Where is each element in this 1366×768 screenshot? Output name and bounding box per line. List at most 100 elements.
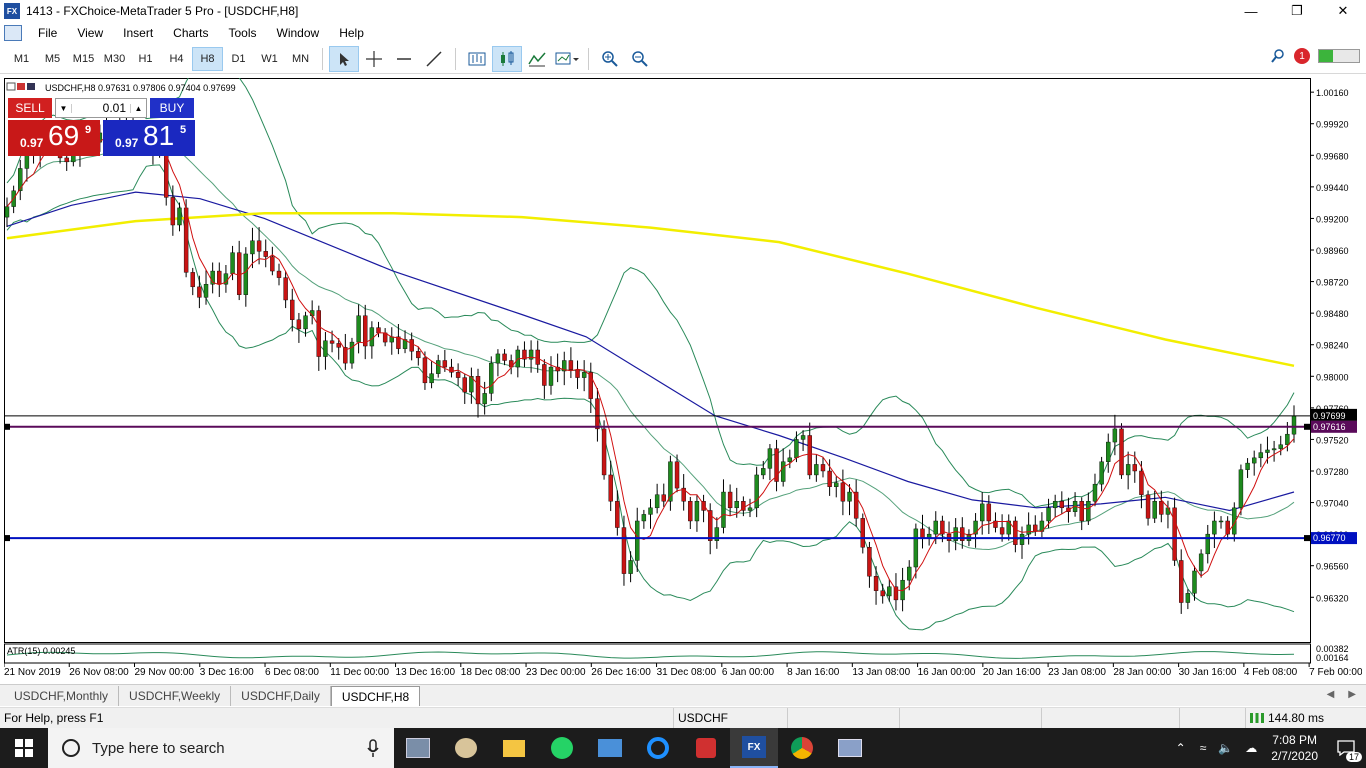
candle-bear (376, 327, 381, 334)
volume-down-icon[interactable]: ▼ (56, 103, 72, 113)
candle-chart-button[interactable] (492, 45, 522, 72)
taskbar-app-metatrader[interactable]: FX (730, 728, 778, 768)
buy-button[interactable]: 0.97 81 5 (103, 120, 195, 156)
clock-date: 2/7/2020 (1271, 749, 1318, 763)
status-cell (1180, 707, 1246, 729)
menu-file[interactable]: File (28, 26, 67, 40)
candle-bull (581, 372, 587, 378)
bar-chart-button[interactable] (462, 46, 492, 72)
line-chart-button[interactable] (522, 46, 552, 72)
candle-bear (283, 277, 288, 301)
tab-scroll-right-icon[interactable]: ▶ (1348, 689, 1356, 700)
candle-bull (800, 435, 806, 440)
tab-usdchf-weekly[interactable]: USDCHF,Weekly (119, 686, 232, 706)
start-button[interactable] (0, 728, 48, 768)
menu-charts[interactable]: Charts (163, 26, 218, 40)
candle-bear (595, 398, 600, 430)
taskbar-app-whatsapp[interactable] (538, 728, 586, 768)
menu-window[interactable]: Window (267, 26, 330, 40)
signal-bars-icon (1250, 713, 1264, 723)
hline-tool-button[interactable] (389, 46, 419, 72)
volume-icon[interactable]: 🔈 (1218, 741, 1233, 755)
action-center-button[interactable]: 17 (1326, 728, 1366, 768)
candle-bull (1258, 452, 1264, 459)
chart-area[interactable]: 1.00160 0.99920 0.99680 0.99440 0.99200 0.989… (3, 55, 1363, 682)
candle-bear (1013, 520, 1018, 545)
taskbar-app-ie[interactable] (634, 728, 682, 768)
candle-bear (1159, 501, 1164, 515)
taskbar-search[interactable]: Type here to search (48, 728, 394, 768)
candle-bull (754, 474, 759, 509)
taskbar-clock[interactable]: 7:08 PM 2/7/2020 (1271, 732, 1318, 764)
sell-button[interactable]: 0.97 69 9 (8, 120, 100, 156)
candle-bear (727, 491, 733, 509)
menu-tools[interactable]: Tools (219, 26, 267, 40)
network-icon[interactable]: ≈ (1200, 741, 1207, 755)
x-tick-label: 23 Jan 08:00 (1048, 667, 1106, 678)
windows-logo-icon (15, 739, 33, 757)
y-tick-label: 0.99680 (1316, 151, 1349, 161)
chevron-up-icon[interactable]: ⌃ (1176, 741, 1186, 755)
taskbar-search-placeholder: Type here to search (92, 739, 225, 757)
x-tick-label: 21 Nov 2019 (4, 667, 61, 678)
close-button[interactable]: ✕ (1320, 0, 1366, 22)
candle-bear (197, 286, 202, 298)
taskbar-app-chrome[interactable] (778, 728, 826, 768)
volume-up-icon[interactable]: ▲ (130, 103, 146, 113)
timeframe-m1-button[interactable]: M1 (6, 47, 37, 71)
onedrive-icon[interactable]: ☁ (1245, 741, 1257, 755)
tab-usdchf-h8[interactable]: USDCHF,H8 (330, 686, 421, 706)
candle-bull (1251, 457, 1257, 464)
bar-chart-icon (468, 52, 486, 65)
taskbar-app-paint[interactable] (442, 728, 490, 768)
trendline-tool-button[interactable] (419, 46, 449, 72)
price-chart[interactable]: 1.00160 0.99920 0.99680 0.99440 0.99200 0.989… (3, 55, 1363, 682)
taskbar-app-red[interactable] (682, 728, 730, 768)
minimize-button[interactable]: — (1228, 0, 1274, 22)
candle-bear (1179, 560, 1184, 603)
timeframe-m5-button[interactable]: M5 (37, 47, 68, 71)
tab-usdchf-monthly[interactable]: USDCHF,Monthly (4, 686, 120, 706)
candle-bull (628, 560, 633, 574)
ping-value: 144.80 ms (1268, 711, 1325, 725)
sell-label-button[interactable]: SELL (8, 98, 52, 118)
taskbar-app-explorer-tools[interactable] (394, 728, 442, 768)
candle-bull (203, 284, 209, 298)
candle-bear (873, 576, 879, 591)
notification-badge[interactable]: 1 (1294, 48, 1310, 64)
candle-bull (429, 373, 434, 384)
cursor-tool-button[interactable] (329, 45, 359, 72)
candle-bear (64, 157, 69, 163)
timeframe-h4-button[interactable]: H4 (161, 47, 192, 71)
taskbar-app-remote[interactable] (586, 728, 634, 768)
candle-bull (1152, 501, 1157, 519)
x-tick-label: 31 Dec 08:00 (657, 667, 717, 678)
timeframe-m15-button[interactable]: M15 (68, 47, 99, 71)
tab-usdchf-daily[interactable]: USDCHF,Daily (231, 686, 331, 706)
volume-stepper[interactable]: ▼ 0.01 ▲ (55, 98, 147, 118)
candle-bear (475, 376, 481, 405)
chart-window-icon[interactable] (4, 25, 22, 41)
search-icon[interactable] (1270, 48, 1286, 64)
timeframe-w1-button[interactable]: W1 (254, 47, 285, 71)
zoom-out-button[interactable] (625, 46, 655, 72)
crosshair-tool-button[interactable] (359, 46, 389, 72)
zoom-in-button[interactable] (595, 46, 625, 72)
restore-button[interactable]: ❐ (1274, 0, 1320, 22)
menu-view[interactable]: View (67, 26, 113, 40)
templates-button[interactable] (552, 46, 582, 72)
timeframe-h8-button[interactable]: H8 (192, 46, 223, 71)
volume-input[interactable]: 0.01 (72, 101, 130, 115)
buy-label-button[interactable]: BUY (150, 98, 194, 118)
tab-scroll-left-icon[interactable]: ◀ (1327, 689, 1335, 700)
timeframe-m30-button[interactable]: M30 (99, 47, 130, 71)
timeframe-d1-button[interactable]: D1 (223, 47, 254, 71)
taskbar-app-file-explorer[interactable] (490, 728, 538, 768)
timeframe-mn-button[interactable]: MN (285, 47, 316, 71)
taskbar-app-control-panel[interactable] (826, 728, 874, 768)
menu-help[interactable]: Help (329, 26, 374, 40)
menu-insert[interactable]: Insert (113, 26, 163, 40)
timeframe-h1-button[interactable]: H1 (130, 47, 161, 71)
y-tick-label: 0.98480 (1316, 309, 1349, 319)
hline-price-label: 0.97616 (1313, 422, 1346, 432)
